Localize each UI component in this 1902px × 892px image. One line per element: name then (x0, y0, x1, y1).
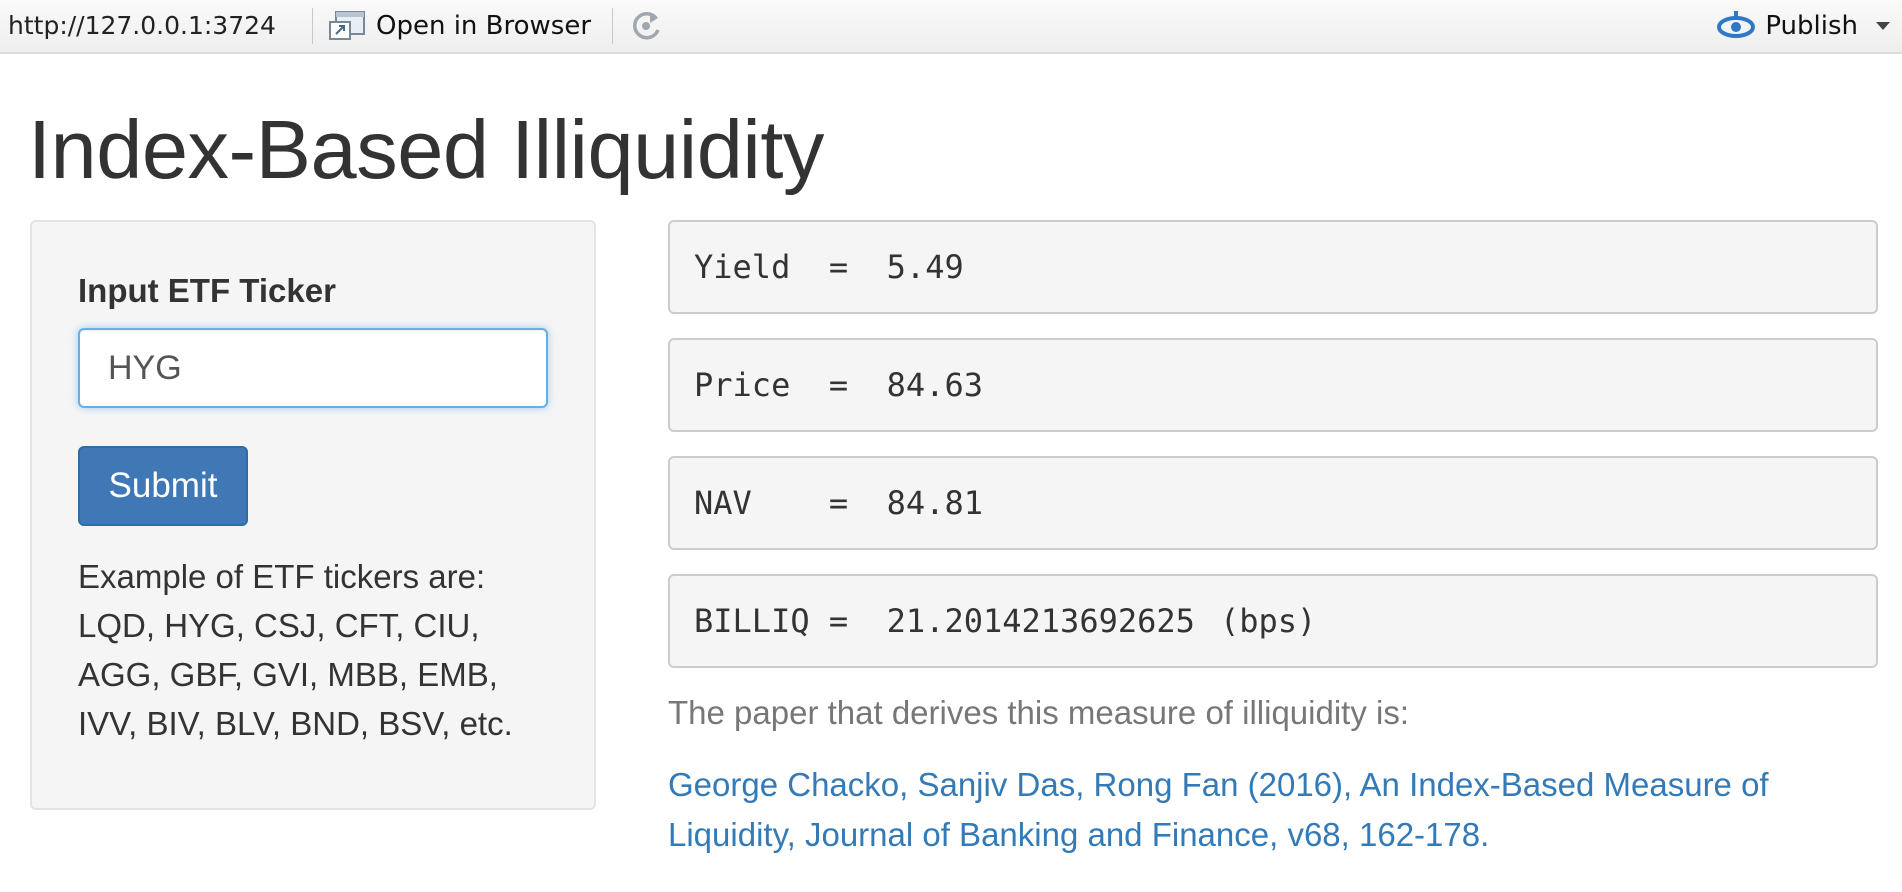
yield-value: 5.49 (886, 248, 964, 286)
yield-output: Yield = 5.49 (668, 220, 1878, 314)
open-in-browser-icon (329, 11, 365, 40)
nav-value: 84.81 (886, 484, 983, 522)
billiq-output: BILLIQ = 21.2014213692625 (bps) (668, 574, 1878, 668)
toolbar-divider (312, 8, 313, 44)
open-in-browser-label: Open in Browser (376, 11, 592, 41)
equals-sign: = (828, 248, 849, 286)
billiq-unit: (bps) (1219, 602, 1317, 640)
ticker-input-label: Input ETF Ticker (78, 272, 336, 309)
page-title: Index-Based Illiquidity (28, 103, 824, 196)
price-value: 84.63 (886, 366, 983, 404)
viewer-toolbar: http://127.0.0.1:3724 Open in Browser Pu… (0, 0, 1902, 54)
equals-sign: = (828, 484, 849, 522)
main-panel: Yield = 5.49 Price = 84.63 NAV = 84.81 BILLIQ =… (668, 220, 1878, 853)
billiq-value: 21.2014213692625 (886, 602, 1195, 640)
billiq-key: BILLIQ (694, 602, 810, 640)
citation-line: Liquidity, Journal of Banking and Financ… (668, 816, 1490, 853)
equals-sign: = (828, 602, 849, 640)
paper-citation-link[interactable]: George Chacko, Sanjiv Das, Rong Fan (201… (668, 760, 1858, 860)
citation-line: George Chacko, Sanjiv Das, Rong Fan (201… (668, 766, 1769, 803)
refresh-icon[interactable] (628, 8, 664, 44)
examples-line: LQD, HYG, CSJ, CFT, CIU, (78, 607, 480, 644)
nav-output: NAV = 84.81 (668, 456, 1878, 550)
equals-sign: = (828, 366, 849, 404)
ticker-examples: Example of ETF tickers are: LQD, HYG, CS… (78, 552, 558, 748)
examples-line: IVV, BIV, BLV, BND, BSV, etc. (78, 705, 513, 742)
paper-intro-text: The paper that derives this measure of i… (668, 694, 1410, 731)
toolbar-divider (612, 8, 613, 44)
price-output: Price = 84.63 (668, 338, 1878, 432)
publish-label: Publish (1765, 11, 1858, 41)
open-in-browser-button[interactable]: Open in Browser (328, 8, 591, 44)
nav-key: NAV (694, 484, 752, 522)
examples-line: AGG, GBF, GVI, MBB, EMB, (78, 656, 498, 693)
yield-key: Yield (694, 248, 791, 286)
chevron-down-icon[interactable] (1876, 22, 1890, 30)
submit-button[interactable]: Submit (78, 446, 248, 526)
publish-icon (1717, 11, 1756, 38)
publish-button[interactable]: Publish (1715, 8, 1890, 44)
ticker-input[interactable] (78, 328, 548, 408)
sidebar-panel: Input ETF Ticker Submit Example of ETF t… (30, 220, 596, 810)
price-key: Price (694, 366, 791, 404)
examples-line: Example of ETF tickers are: (78, 558, 486, 595)
url-text: http://127.0.0.1:3724 (8, 11, 276, 40)
